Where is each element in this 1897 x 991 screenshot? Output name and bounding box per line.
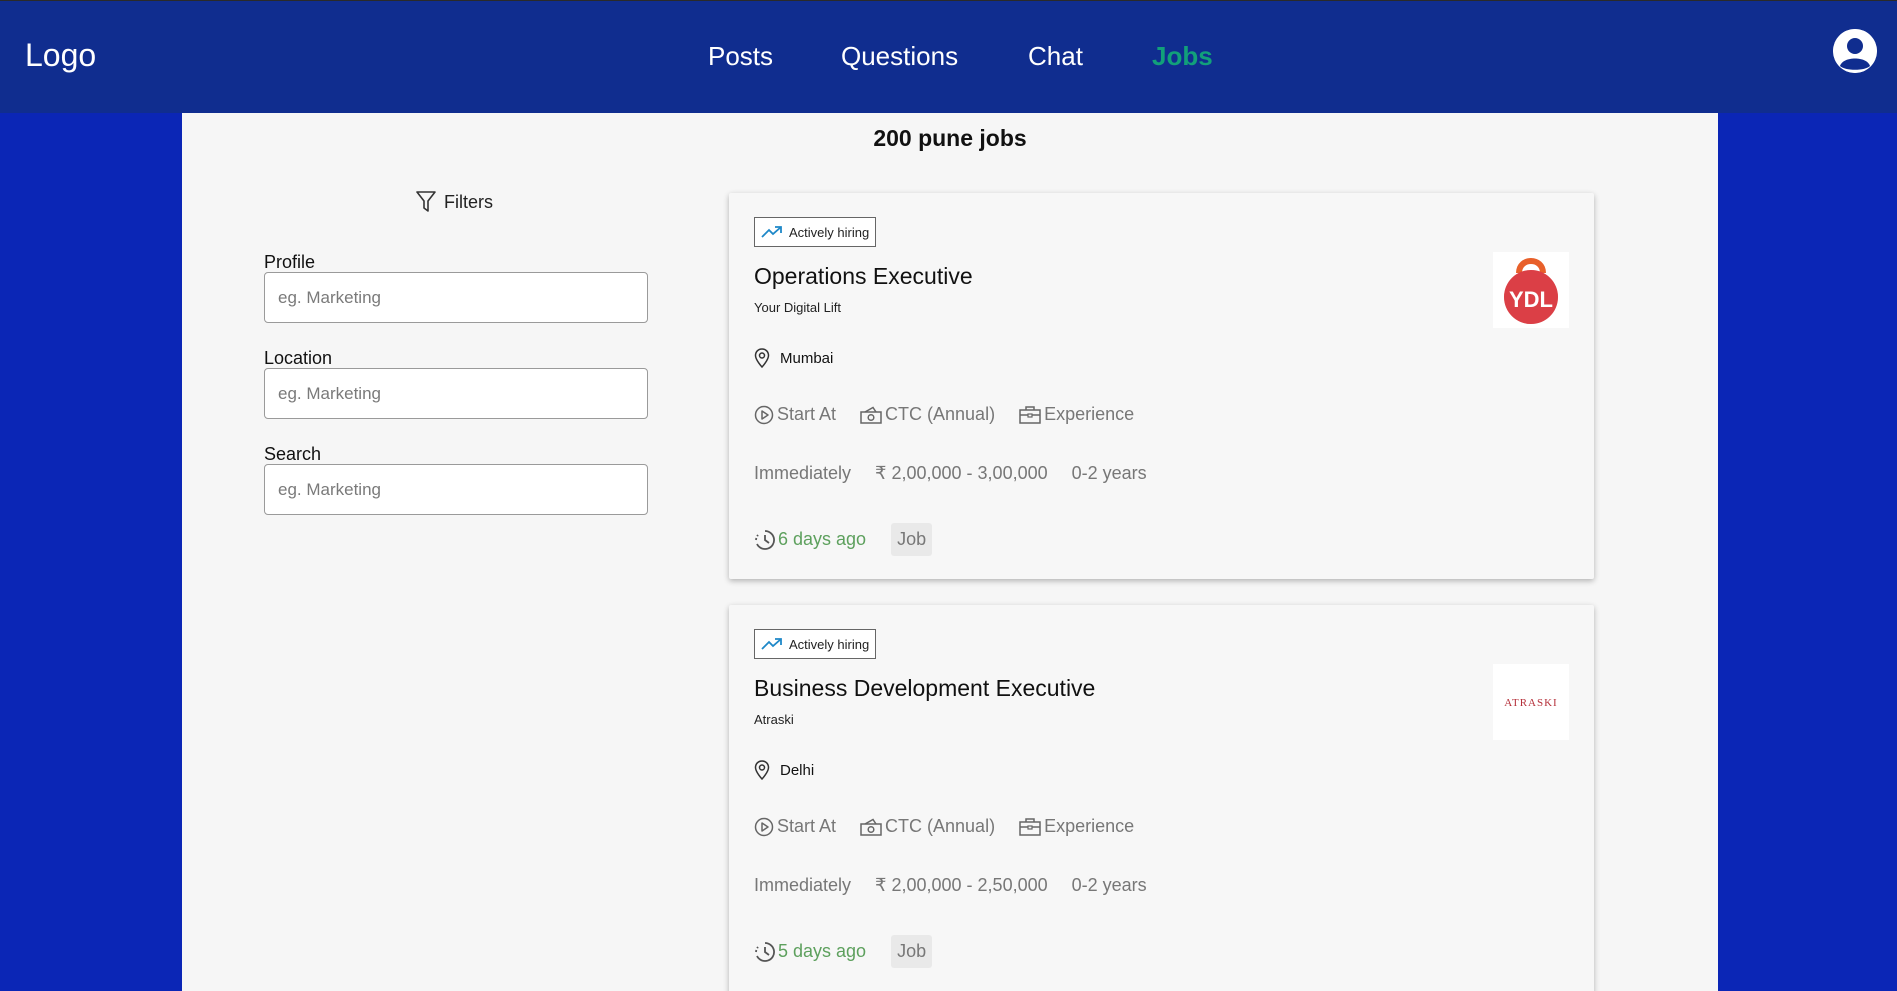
- user-avatar-icon[interactable]: [1833, 29, 1877, 73]
- clock-history-icon: [755, 529, 775, 550]
- company-logo: YDL: [1493, 252, 1569, 328]
- company-logo-text: YDL: [1509, 287, 1553, 312]
- company-logo-text: ATRASKI: [1504, 697, 1557, 709]
- top-navbar: Logo Posts Questions Chat Jobs: [0, 0, 1897, 113]
- nav-posts[interactable]: Posts: [708, 41, 773, 72]
- job-title[interactable]: Operations Executive: [754, 263, 973, 290]
- actively-hiring-badge: Actively hiring: [754, 217, 877, 247]
- nav-jobs[interactable]: Jobs: [1152, 41, 1213, 72]
- main-content: 200 pune jobs Filters Profile Location S…: [182, 113, 1718, 991]
- badge-label: Actively hiring: [789, 636, 870, 652]
- ctc-label: CTC (Annual): [860, 816, 995, 837]
- experience-value: 0-2 years: [1071, 463, 1147, 483]
- location-text: Delhi: [780, 761, 815, 779]
- trending-up-icon: [761, 226, 782, 238]
- job-footer: 6 days ago Job: [754, 523, 933, 556]
- location-label: Location: [264, 348, 333, 368]
- job-meta-labels: Start At CTC (Annual) Experience: [754, 816, 1158, 837]
- location-pin-icon: [754, 348, 770, 368]
- nav-questions[interactable]: Questions: [841, 41, 958, 72]
- start-value: Immediately: [754, 875, 852, 895]
- company-name: Your Digital Lift: [754, 300, 841, 315]
- filters-header: Filters: [416, 191, 493, 213]
- start-at-label: Start At: [754, 404, 836, 425]
- badge-label: Actively hiring: [789, 224, 870, 240]
- clock-history-icon: [755, 941, 775, 962]
- ctc-label: CTC (Annual): [860, 404, 995, 425]
- company-name: Atraski: [754, 712, 794, 727]
- experience-label: Experience: [1019, 816, 1134, 837]
- job-footer: 5 days ago Job: [754, 935, 933, 968]
- location-text: Mumbai: [780, 349, 834, 367]
- job-title[interactable]: Business Development Executive: [754, 675, 1095, 702]
- job-location: Delhi: [754, 760, 814, 780]
- briefcase-icon: [1019, 405, 1041, 424]
- play-circle-icon: [754, 405, 774, 424]
- company-logo: ATRASKI: [1493, 664, 1569, 740]
- job-card[interactable]: Actively hiring Business Development Exe…: [729, 605, 1594, 991]
- money-icon: [860, 406, 882, 424]
- profile-label: Profile: [264, 252, 316, 272]
- filter-icon: [416, 191, 436, 212]
- posted-time: 6 days ago: [754, 529, 866, 551]
- experience-value: 0-2 years: [1071, 875, 1147, 895]
- search-input[interactable]: [264, 464, 648, 515]
- ctc-value: ₹ 2,00,000 - 3,00,000: [875, 463, 1048, 483]
- location-input[interactable]: [264, 368, 648, 419]
- money-icon: [860, 818, 882, 836]
- job-type-tag: Job: [891, 935, 933, 968]
- main-nav: Posts Questions Chat Jobs: [0, 41, 1897, 77]
- start-value: Immediately: [754, 463, 852, 483]
- posted-time: 5 days ago: [754, 941, 866, 963]
- job-meta-values: Immediately ₹ 2,00,000 - 3,00,000 0-2 ye…: [754, 463, 1171, 484]
- page-title: 200 pune jobs: [873, 125, 1027, 151]
- job-type-tag: Job: [891, 523, 933, 556]
- nav-chat[interactable]: Chat: [1028, 41, 1083, 72]
- job-meta-values: Immediately ₹ 2,00,000 - 2,50,000 0-2 ye…: [754, 875, 1171, 896]
- job-card[interactable]: Actively hiring Operations Executive You…: [729, 193, 1594, 579]
- location-pin-icon: [754, 760, 770, 780]
- job-meta-labels: Start At CTC (Annual) Experience: [754, 404, 1158, 425]
- ctc-value: ₹ 2,00,000 - 2,50,000: [875, 875, 1048, 895]
- trending-up-icon: [761, 638, 782, 650]
- job-location: Mumbai: [754, 348, 833, 368]
- filters-title: Filters: [444, 191, 493, 212]
- actively-hiring-badge: Actively hiring: [754, 629, 877, 659]
- experience-label: Experience: [1019, 404, 1134, 425]
- briefcase-icon: [1019, 817, 1041, 836]
- profile-input[interactable]: [264, 272, 648, 323]
- play-circle-icon: [754, 817, 774, 836]
- search-label: Search: [264, 444, 322, 464]
- start-at-label: Start At: [754, 816, 836, 837]
